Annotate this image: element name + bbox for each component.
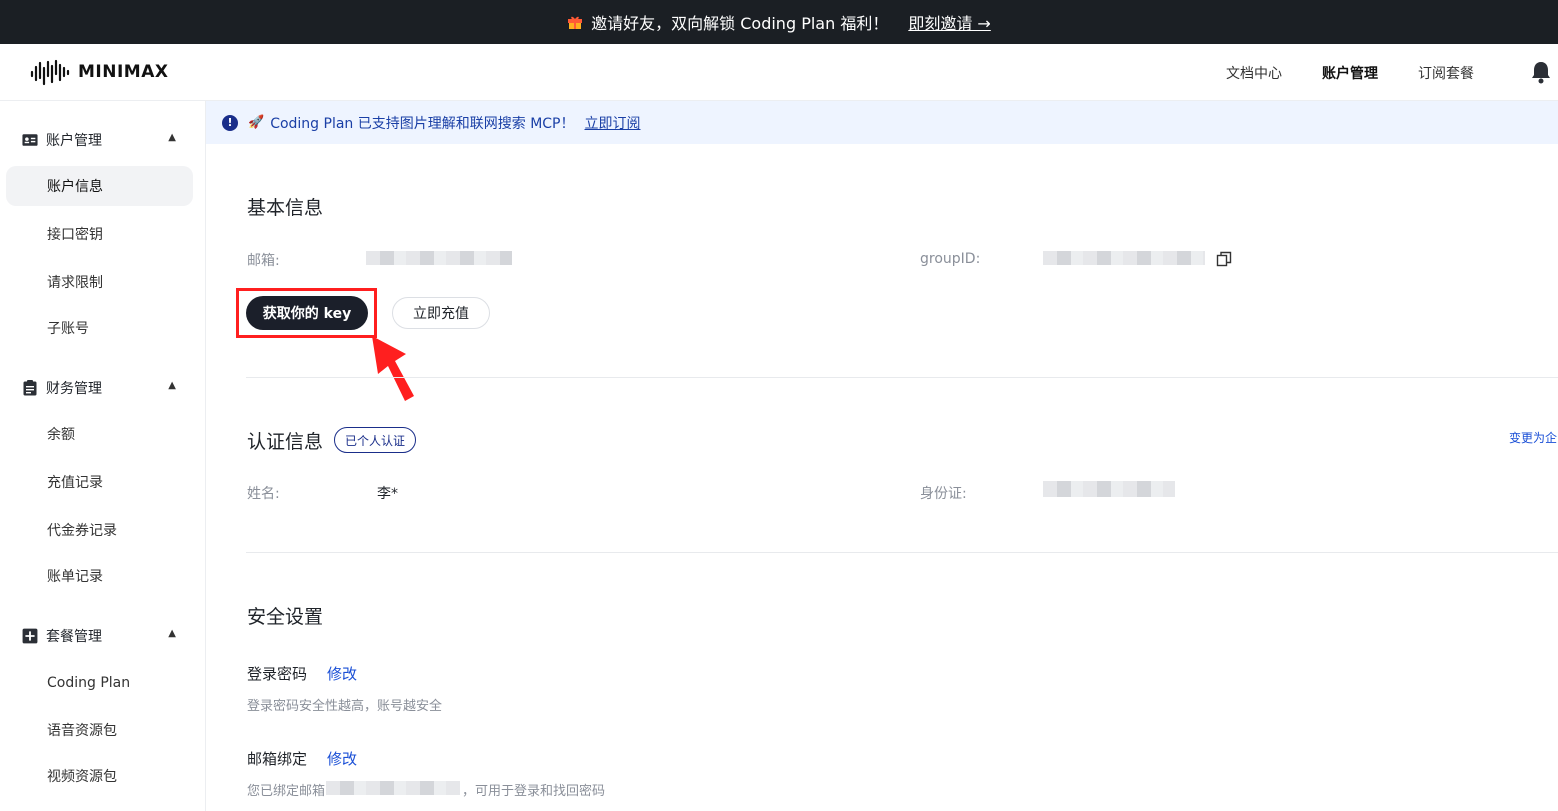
sidebar-group-plans[interactable]: 套餐管理 ▲ [22, 626, 182, 646]
sidebar-item-video-pack[interactable]: 视频资源包 [6, 756, 193, 796]
sidebar-item-recharge-records[interactable]: 充值记录 [6, 462, 193, 502]
logo[interactable]: MINIMAX [30, 58, 168, 86]
name-label: 姓名: [247, 486, 280, 502]
sidebar-item-api-keys[interactable]: 接口密钥 [6, 214, 193, 254]
top-navbar: MINIMAX 文档中心 账户管理 订阅套餐 [0, 44, 1558, 101]
minimax-logo-icon [30, 59, 70, 86]
invite-link[interactable]: 即刻邀请 → [908, 10, 991, 34]
id-card-value-redacted [1043, 481, 1175, 497]
red-arrow-icon [366, 332, 420, 408]
sidebar-group-label: 套餐管理 [46, 629, 102, 645]
verified-badge: 已个人认证 [334, 427, 417, 453]
divider [246, 377, 1558, 378]
sidebar-item-bill-records[interactable]: 账单记录 [6, 556, 193, 596]
chevron-up-icon: ▲ [168, 628, 176, 639]
security-title: 安全设置 [247, 606, 324, 628]
brand-name: MINIMAX [78, 62, 169, 82]
rocket-icon: 🚀 [248, 115, 265, 130]
promo-banner: 邀请好友，双向解锁 Coding Plan 福利！ 即刻邀请 → [0, 0, 1558, 44]
bell-icon[interactable] [1530, 60, 1552, 88]
subscribe-link[interactable]: 立即订阅 [585, 113, 641, 133]
info-icon: ! [222, 114, 238, 131]
password-hint: 登录密码安全性越高，账号越安全 [247, 699, 443, 714]
notice-text: Coding Plan 已支持图片理解和联网搜索 MCP！ [270, 115, 575, 132]
sidebar-item-balance[interactable]: 余额 [6, 414, 193, 454]
email-binding-title: 邮箱绑定 [247, 750, 308, 768]
email-hint-prefix: 您已绑定邮箱 [247, 784, 326, 799]
email-value-redacted [366, 251, 512, 265]
gift-icon [567, 14, 583, 30]
groupid-label: groupID: [920, 251, 981, 267]
sidebar-group-label: 财务管理 [46, 381, 102, 397]
sidebar-item-coding-plan[interactable]: Coding Plan [6, 663, 193, 703]
edit-email-link[interactable]: 修改 [327, 748, 357, 769]
sidebar-item-voucher-records[interactable]: 代金券记录 [6, 510, 193, 550]
sidebar-item-sub-accounts[interactable]: 子账号 [6, 308, 193, 348]
highlight-box [236, 288, 377, 338]
divider [246, 552, 1558, 553]
name-value: 李* [377, 486, 398, 502]
sidebar-item-rate-limits[interactable]: 请求限制 [6, 262, 193, 302]
plan-icon [22, 628, 38, 644]
sidebar-item-account-info[interactable]: 账户信息 [6, 166, 193, 206]
edit-password-link[interactable]: 修改 [327, 663, 357, 684]
finance-icon [23, 380, 37, 396]
copy-icon[interactable] [1216, 251, 1232, 271]
id-card-label: 身份证: [920, 486, 967, 502]
sidebar-group-account[interactable]: 账户管理 ▲ [22, 130, 182, 150]
nav-docs[interactable]: 文档中心 [1226, 63, 1282, 83]
email-hint-suffix: ，可用于登录和找回密码 [462, 784, 606, 799]
password-title: 登录密码 [247, 665, 308, 683]
sidebar-item-voice-pack[interactable]: 语音资源包 [6, 710, 193, 750]
chevron-up-icon: ▲ [168, 132, 176, 143]
top-nav-menu: 文档中心 账户管理 订阅套餐 [1226, 44, 1558, 101]
bound-email-redacted [326, 781, 460, 795]
change-to-enterprise-link[interactable]: 变更为企 [1509, 429, 1557, 446]
email-label: 邮箱: [247, 253, 280, 269]
sidebar-group-finance[interactable]: 财务管理 ▲ [22, 378, 182, 398]
basic-info-title: 基本信息 [247, 197, 324, 219]
recharge-button[interactable]: 立即充值 [392, 297, 490, 329]
chevron-up-icon: ▲ [168, 380, 176, 391]
promo-text: 邀请好友，双向解锁 Coding Plan 福利！ [591, 14, 889, 33]
sidebar-group-label: 账户管理 [46, 133, 102, 149]
id-card-icon [22, 134, 38, 146]
notice-bar: ! 🚀 Coding Plan 已支持图片理解和联网搜索 MCP！ 立即订阅 [206, 101, 1558, 144]
nav-subscription[interactable]: 订阅套餐 [1418, 63, 1474, 83]
groupid-value-redacted [1043, 251, 1205, 265]
auth-info-title: 认证信息 [247, 431, 324, 453]
sidebar: 账户管理 ▲ 账户信息 接口密钥 请求限制 子账号 财务管理 ▲ 余额 充值记录… [0, 101, 206, 811]
nav-account[interactable]: 账户管理 [1322, 63, 1378, 83]
